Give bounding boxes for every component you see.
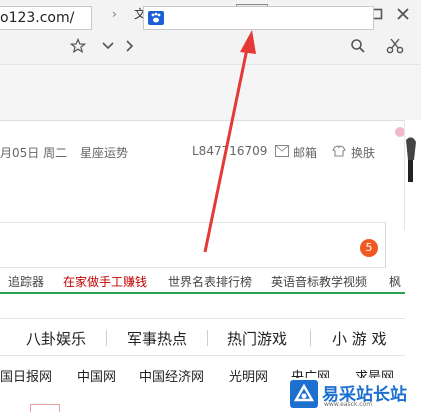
watermark: 易采站长站 www.easck.com bbox=[288, 378, 421, 412]
info-strip bbox=[0, 120, 405, 218]
category-tab[interactable]: 八卦娱乐 bbox=[26, 328, 86, 349]
paw-icon bbox=[151, 12, 161, 23]
skin-link[interactable]: 换肤 bbox=[351, 144, 375, 161]
mail-link[interactable]: 邮箱 bbox=[293, 144, 317, 161]
site-link[interactable]: 中国经济网 bbox=[139, 366, 204, 385]
side-decoration bbox=[395, 120, 416, 230]
date-text: 月05日 周二 bbox=[0, 146, 68, 160]
search-panel[interactable] bbox=[0, 222, 386, 268]
watermark-logo-glyph bbox=[293, 383, 315, 402]
section-divider bbox=[0, 292, 405, 294]
url-field[interactable]: o123.com/ bbox=[0, 6, 92, 30]
horoscope-link[interactable]: 星座运势 bbox=[80, 144, 128, 161]
link-item[interactable]: 英语音标教学视频 bbox=[271, 273, 367, 290]
category-tab[interactable]: 小 游 戏 bbox=[332, 328, 387, 349]
category-tab[interactable]: 军事热点 bbox=[127, 328, 187, 349]
site-link[interactable]: 中国网 bbox=[77, 366, 116, 385]
link-item[interactable]: 追踪器 bbox=[8, 273, 44, 290]
search-icon[interactable] bbox=[350, 38, 366, 54]
mail-icon[interactable] bbox=[275, 145, 289, 157]
search-engine-icon[interactable] bbox=[148, 11, 164, 25]
chevron-down-icon[interactable] bbox=[100, 38, 116, 54]
notification-badge[interactable]: 5 bbox=[360, 239, 378, 257]
site-link[interactable]: 国日报网 bbox=[0, 366, 52, 385]
link-item[interactable]: 枫 bbox=[389, 273, 401, 290]
link-item[interactable]: 世界名表排行榜 bbox=[168, 273, 252, 290]
category-tab[interactable]: 热门游戏 bbox=[227, 328, 287, 349]
toolbar-band bbox=[0, 64, 421, 120]
search-input[interactable] bbox=[143, 6, 374, 30]
watermark-url: www.easck.com bbox=[324, 401, 373, 408]
account-number: L847716709 bbox=[192, 144, 268, 158]
url-text: o123.com/ bbox=[0, 10, 75, 26]
category-separator bbox=[310, 330, 311, 346]
scissors-icon[interactable] bbox=[386, 38, 404, 54]
category-separator bbox=[207, 330, 208, 346]
bottom-tag bbox=[30, 404, 60, 412]
close-icon[interactable] bbox=[393, 4, 413, 24]
link-item[interactable]: 在家做手工赚钱 bbox=[63, 273, 147, 290]
forward-icon[interactable] bbox=[122, 38, 138, 54]
menu-overflow-chevron[interactable]: › bbox=[112, 4, 117, 24]
site-link[interactable]: 光明网 bbox=[229, 366, 268, 385]
watermark-logo-icon bbox=[290, 380, 318, 408]
star-icon[interactable] bbox=[70, 38, 86, 54]
category-separator bbox=[106, 330, 107, 346]
skin-icon[interactable] bbox=[331, 143, 347, 159]
